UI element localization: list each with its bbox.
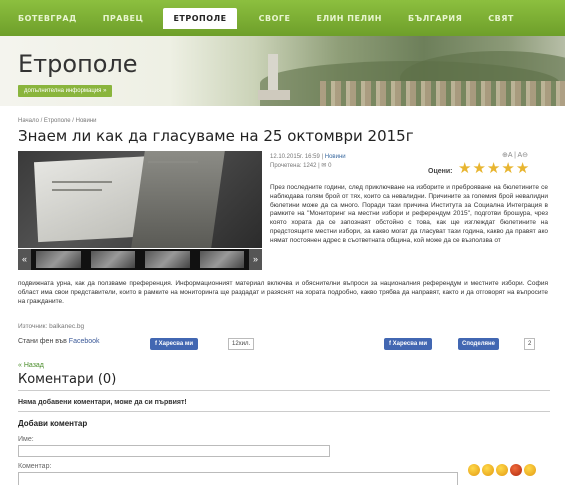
article-category[interactable]: Новини: [325, 154, 346, 160]
nav-item-svoge[interactable]: СВОГЕ: [259, 14, 291, 23]
divider: [18, 411, 550, 412]
more-info-button[interactable]: допълнителна информация »: [18, 85, 113, 97]
article-comment-count: 0: [328, 163, 332, 169]
article-date: 12.10.2015г. 16:59: [270, 154, 320, 160]
smiley-icon[interactable]: [524, 464, 536, 476]
nav-item-bulgaria[interactable]: БЪЛГАРИЯ: [408, 14, 462, 23]
photo-text-line: [52, 181, 112, 183]
thumbnail[interactable]: [145, 251, 190, 268]
photo-text-line: [148, 161, 198, 163]
divider: [18, 390, 550, 391]
smiley-icon[interactable]: [482, 464, 494, 476]
facebook-like-count: 12хил.: [228, 338, 255, 350]
comment-bubble-icon: ✉: [321, 163, 327, 169]
next-arrow-icon[interactable]: »: [249, 249, 263, 270]
breadcrumb[interactable]: Начало / Етрополе / Новини: [18, 118, 97, 124]
prev-arrow-icon[interactable]: «: [18, 249, 31, 270]
thumbnail-strip: « »: [18, 249, 263, 270]
nav-item-etropole[interactable]: ЕТРОПОЛЕ: [163, 7, 237, 29]
name-input[interactable]: [18, 445, 330, 457]
no-comments-message: Няма добавени коментари, може да си първ…: [18, 399, 187, 406]
photo-text-line: [52, 189, 102, 191]
smiley-icon[interactable]: [496, 464, 508, 476]
smiley-picker: [468, 464, 538, 476]
article-body-right: През последните години, след приключване…: [270, 184, 548, 244]
thumbnail[interactable]: [35, 251, 81, 268]
star-icon[interactable]: ★: [501, 161, 514, 176]
article-photo[interactable]: [18, 151, 262, 248]
facebook-share-button[interactable]: Споделяне: [458, 338, 499, 350]
thumbnail[interactable]: [199, 251, 245, 268]
article-meta: 12.10.2015г. 16:59 | Новини Прочетена: 1…: [270, 154, 346, 169]
banner-monument-base: [258, 90, 290, 100]
fan-prefix: Стани фен във: [18, 338, 67, 345]
star-icon[interactable]: ★: [472, 161, 485, 176]
star-icon[interactable]: ★: [458, 161, 471, 176]
smiley-icon[interactable]: [468, 464, 480, 476]
article-views: Прочетена: 1242: [270, 163, 317, 169]
top-navigation: БОТЕВГРАД ПРАВЕЦ ЕТРОПОЛЕ СВОГЕ ЕЛИН ПЕЛ…: [0, 0, 565, 36]
back-link[interactable]: « Назад: [18, 362, 44, 369]
nav-item-world[interactable]: СВЯТ: [488, 14, 514, 23]
star-icon[interactable]: ★: [516, 161, 529, 176]
facebook-like-button[interactable]: f Харесва ми: [150, 338, 199, 350]
facebook-link[interactable]: Facebook: [69, 338, 100, 345]
facebook-like-button-2[interactable]: f Харесва ми: [384, 338, 433, 350]
social-bar: Стани фен във Facebook f Харесва ми 12хи…: [18, 338, 548, 352]
comment-label: Коментар:: [18, 463, 52, 470]
article-title: Знаем ли как да гласуваме на 25 октомври…: [18, 127, 414, 145]
article-body-full: подвижната урна, как да ползваме префере…: [18, 280, 548, 305]
banner-town: [320, 81, 565, 106]
font-size-controls[interactable]: ⊕A | A⊖: [502, 151, 528, 159]
rating-label: Оцени:: [428, 168, 453, 175]
star-icon[interactable]: ★: [487, 161, 500, 176]
rating-stars[interactable]: ★ ★ ★ ★ ★: [458, 161, 530, 176]
comments-title: Коментари (0): [18, 372, 117, 387]
nav-item-pravets[interactable]: ПРАВЕЦ: [103, 14, 144, 23]
city-title: Етрополе: [18, 50, 138, 78]
photo-paper-shadow: [131, 151, 225, 248]
article-source: Източник: balkanec.bg: [18, 323, 85, 330]
nav-item-elin-pelin[interactable]: ЕЛИН ПЕЛИН: [316, 14, 381, 23]
thumbnail[interactable]: [90, 251, 136, 268]
add-comment-title: Добави коментар: [18, 419, 88, 428]
comment-textarea[interactable]: [18, 472, 458, 485]
nav-item-botevgrad[interactable]: БОТЕВГРАД: [18, 14, 77, 23]
share-count: 2: [524, 338, 536, 350]
name-label: Име:: [18, 436, 34, 443]
angry-smiley-icon[interactable]: [510, 464, 522, 476]
